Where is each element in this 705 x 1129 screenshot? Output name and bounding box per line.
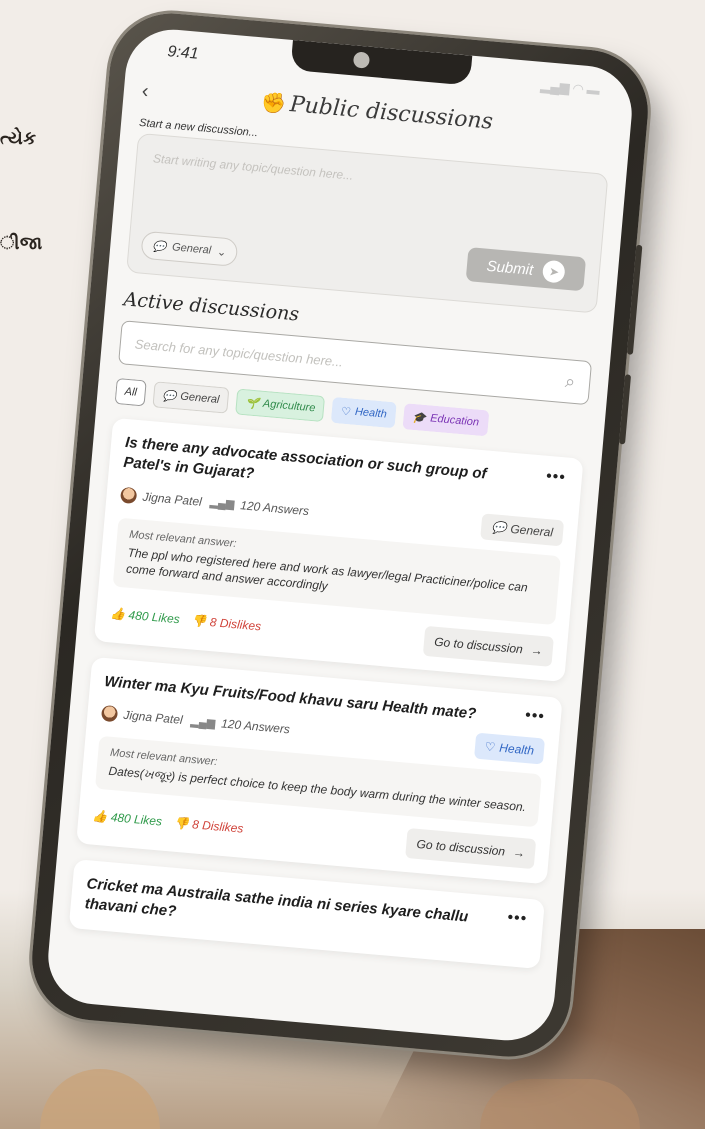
- bar-chart-icon: ▂▄▆: [190, 715, 216, 730]
- phone-mockup: 9:41 ▂▄▆ ◠ ▬ ‹ ✊Public discussions Start…: [27, 8, 653, 1062]
- background-decor-right: [480, 1079, 640, 1129]
- like-button[interactable]: 👍 480 Likes: [110, 606, 181, 626]
- avatar: [120, 486, 138, 504]
- thumbs-up-icon: 👍: [109, 606, 126, 622]
- more-options-icon[interactable]: •••: [524, 707, 545, 727]
- more-options-icon[interactable]: •••: [545, 468, 566, 488]
- app-content: ‹ ✊Public discussions Start a new discus…: [44, 70, 631, 1045]
- filter-health[interactable]: ♡ Health: [331, 396, 397, 429]
- send-icon: ➤: [542, 259, 567, 284]
- answer-count: 120 Answers: [239, 497, 310, 518]
- filter-all[interactable]: All: [114, 377, 147, 407]
- plant-icon: 🌱: [244, 396, 260, 410]
- dislike-button[interactable]: 👎 8 Dislikes: [191, 614, 262, 634]
- dislike-button[interactable]: 👎 8 Dislikes: [173, 816, 244, 836]
- raised-fist-icon: ✊: [260, 89, 288, 116]
- submit-button[interactable]: Submit ➤: [465, 247, 587, 292]
- category-select-value: General: [171, 241, 212, 257]
- chevron-left-icon[interactable]: ‹: [141, 80, 173, 106]
- chevron-down-icon: ⌄: [216, 245, 227, 259]
- go-to-discussion-button[interactable]: Go to discussion →: [405, 828, 537, 870]
- signal-wifi-battery-icon: ▂▄▆ ◠ ▬: [539, 77, 601, 98]
- go-to-discussion-button[interactable]: Go to discussion →: [423, 625, 554, 668]
- search-icon[interactable]: ⌕: [564, 371, 576, 393]
- side-text-line-1: ત્યેક: [0, 128, 37, 149]
- like-button[interactable]: 👍 480 Likes: [92, 809, 163, 829]
- camera-icon: [352, 51, 371, 69]
- heartbeat-icon: ♡: [340, 405, 352, 418]
- speech-bubble-icon: 💬: [491, 519, 508, 535]
- search-placeholder: Search for any topic/question here...: [134, 335, 344, 370]
- thumbs-up-icon: 👍: [91, 808, 109, 824]
- category-tag: ♡ Health: [473, 732, 546, 765]
- graduation-cap-icon: 🎓: [412, 411, 427, 425]
- discussion-card[interactable]: Winter ma Kyu Fruits/Food khavu saru Hea…: [76, 656, 563, 885]
- filter-agriculture[interactable]: 🌱 Agriculture: [235, 388, 326, 423]
- filter-general[interactable]: 💬 General: [152, 381, 230, 414]
- arrow-right-icon: →: [530, 643, 544, 659]
- filter-education[interactable]: 🎓 Education: [402, 403, 490, 437]
- thumbs-down-icon: 👎: [191, 613, 208, 629]
- bar-chart-icon: ▂▄▆: [209, 496, 235, 511]
- composer-placeholder[interactable]: Start writing any topic/question here...: [153, 151, 354, 182]
- discussion-question: Cricket ma Austraila sathe india ni seri…: [84, 875, 469, 926]
- answer-count: 120 Answers: [220, 716, 291, 737]
- discussion-card[interactable]: Is there any advocate association or suc…: [93, 417, 584, 683]
- submit-label: Submit: [485, 257, 534, 279]
- avatar: [100, 705, 119, 723]
- status-time: 9:41: [166, 43, 200, 63]
- phone-screen: 9:41 ▂▄▆ ◠ ▬ ‹ ✊Public discussions Start…: [44, 25, 636, 1045]
- side-text-line-2: ીજા: [0, 233, 43, 254]
- arrow-right-icon: →: [512, 845, 526, 861]
- speech-bubble-icon: 💬: [151, 240, 167, 254]
- thumbs-down-icon: 👎: [173, 815, 190, 832]
- category-select[interactable]: 💬 General ⌄: [140, 230, 239, 267]
- speech-bubble-icon: 💬: [162, 389, 177, 403]
- author-name: Jigna Patel: [122, 708, 184, 728]
- more-options-icon[interactable]: •••: [507, 909, 528, 929]
- category-tag: 💬 General: [480, 512, 565, 546]
- heartbeat-icon: ♡: [484, 739, 496, 755]
- author-name: Jigna Patel: [142, 489, 203, 509]
